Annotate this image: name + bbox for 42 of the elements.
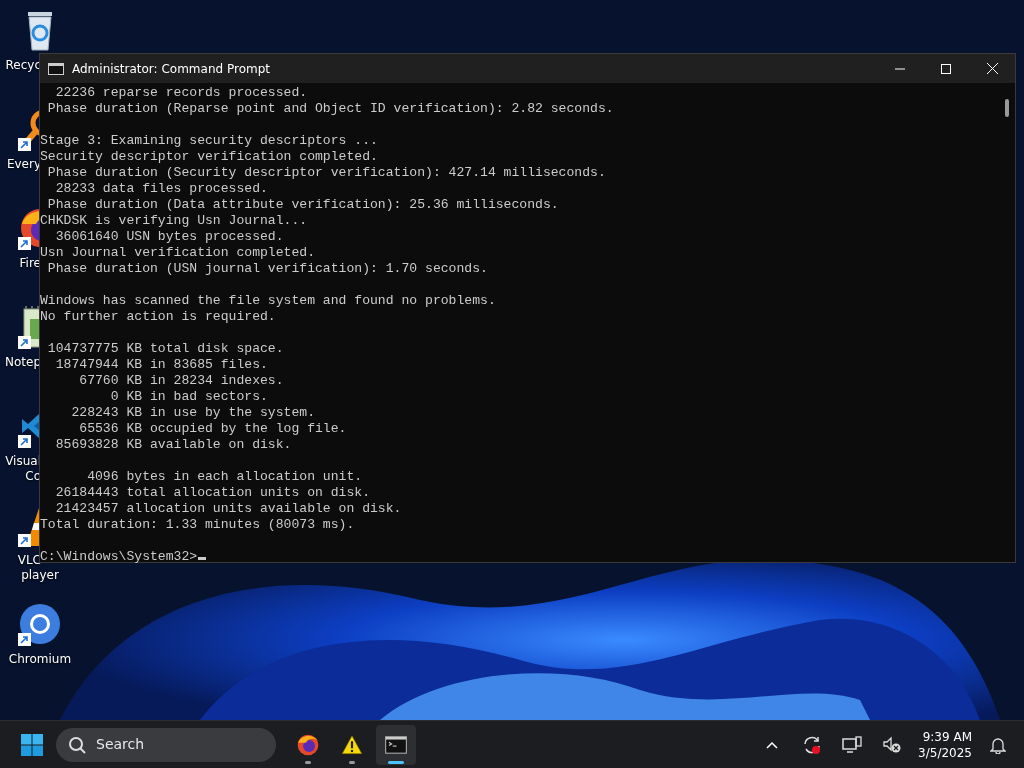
console-line: Phase duration (Reparse point and Object ID verification): 2.82 seconds. xyxy=(46,101,614,117)
console-line: CHKDSK is verifying Usn Journal... xyxy=(40,213,308,229)
console-line: Windows has scanned the file system and found no problems. xyxy=(40,293,496,309)
icon-label-partial[interactable]: Notep xyxy=(4,355,41,370)
console-line: 104737775 KB total disk space. xyxy=(46,341,284,357)
console-line: 85693828 KB available on disk. xyxy=(54,437,292,453)
console-line: Total duration: 1.33 minutes (80073 ms). xyxy=(40,517,355,533)
search-icon xyxy=(68,735,86,754)
search-box[interactable]: Search xyxy=(56,727,276,762)
console-line: 36061640 USN bytes processed. xyxy=(54,229,284,245)
window-title: Administrator: Command Prompt xyxy=(72,60,270,78)
console-line: 4096 bytes in each allocation unit. xyxy=(86,469,363,485)
clock[interactable]: 9:39 AM 3/5/2025 xyxy=(912,724,978,765)
command-prompt[interactable]: C:\Windows\System32> xyxy=(40,549,207,565)
console-line: Phase duration (USN journal verification): 1.70 seconds. xyxy=(46,261,488,277)
icon-label-partial[interactable]: Recyc xyxy=(5,58,41,73)
console-line: 21423457 allocation units available on disk. xyxy=(54,501,402,517)
icon-label[interactable]: Chromium xyxy=(8,652,72,666)
console-line: Usn Journal verification completed. xyxy=(40,245,315,261)
console-line: Phase duration (Security descriptor verification): 427.14 milliseconds. xyxy=(46,165,606,181)
console-line: Phase duration (Data attribute verification): 25.36 milliseconds. xyxy=(46,197,559,213)
windows-logo-icon xyxy=(21,733,43,756)
console-line: 26184443 total allocation units on disk. xyxy=(54,485,371,501)
terminal-icon xyxy=(48,62,64,75)
console-line: 65536 KB occupied by the log file. xyxy=(78,421,347,437)
console-line: 67760 KB in 28234 indexes. xyxy=(78,373,284,389)
icon-label-partial[interactable]: Every xyxy=(6,157,41,172)
icon-label[interactable]: player xyxy=(21,568,59,582)
console-line: 228243 KB in use by the system. xyxy=(70,405,315,421)
close-icon xyxy=(986,63,998,74)
maximize-icon xyxy=(941,63,951,74)
console-line: Security descriptor verification completed. xyxy=(40,149,378,165)
text-cursor xyxy=(198,557,207,560)
icon-label-partial[interactable]: VLC xyxy=(17,553,41,568)
console-line: Stage 3: Examining security descriptors ... xyxy=(40,133,378,149)
console-line: 22236 reparse records processed. xyxy=(54,85,308,101)
terminal-icon[interactable] xyxy=(376,724,416,765)
console-line: 18747944 KB in 83685 files. xyxy=(54,357,268,373)
console-line: 0 KB in bad sectors. xyxy=(109,389,268,405)
console-line: 28233 data files processed. xyxy=(54,181,268,197)
browser-ring-icon[interactable] xyxy=(18,602,62,646)
console-line: No further action is required. xyxy=(40,309,276,325)
